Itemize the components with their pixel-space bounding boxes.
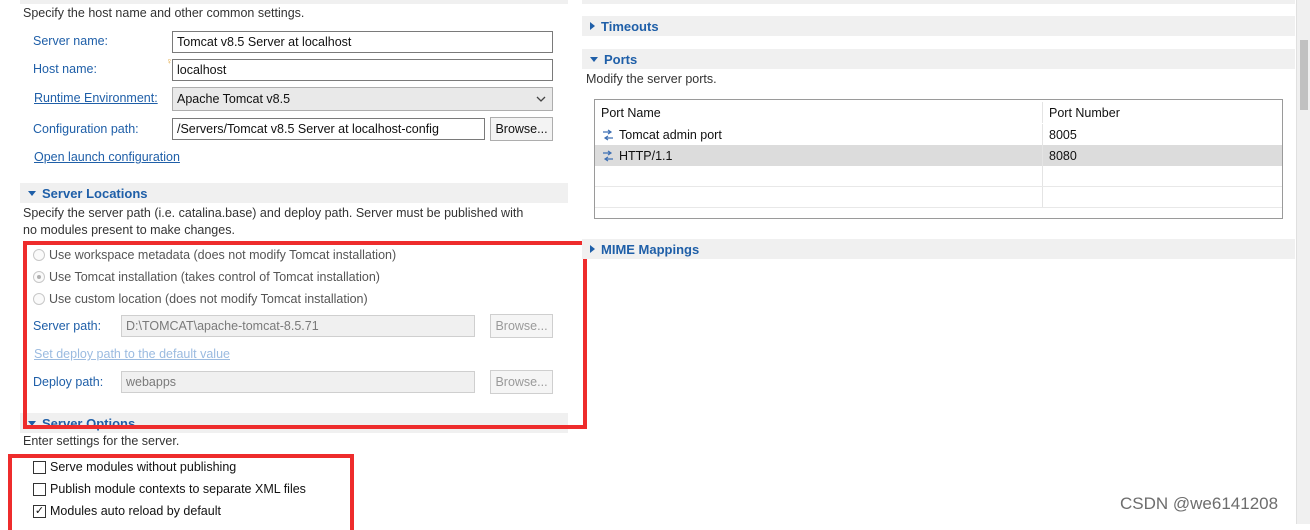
annotation-box-server-locations [23, 241, 587, 429]
runtime-environment-select[interactable]: Apache Tomcat v8.5 [172, 87, 553, 111]
server-name-label: Server name: [33, 34, 109, 48]
runtime-environment-value: Apache Tomcat v8.5 [177, 92, 291, 106]
server-options-description: Enter settings for the server. [23, 434, 180, 448]
ports-table-header: Port Name Port Number [595, 102, 1282, 123]
port-number-cell[interactable]: 8005 [1043, 124, 1282, 145]
empty-table-row [595, 166, 1282, 187]
ports-table[interactable]: Port Name Port Number Tomcat admin port … [594, 99, 1283, 219]
port-icon [603, 150, 613, 161]
general-section-top-bar [20, 0, 568, 4]
general-description: Specify the host name and other common s… [23, 6, 305, 20]
server-locations-header[interactable]: Server Locations [20, 183, 568, 203]
server-name-input[interactable]: Tomcat v8.5 Server at localhost [172, 31, 553, 53]
collapse-triangle-icon [590, 56, 598, 62]
port-icon [603, 129, 613, 140]
column-header-port-number[interactable]: Port Number [1043, 102, 1282, 123]
port-name-cell: HTTP/1.1 [595, 145, 1043, 166]
port-name-cell: Tomcat admin port [595, 124, 1043, 145]
expand-triangle-icon [590, 22, 595, 30]
scrollbar-thumb[interactable] [1300, 40, 1308, 110]
table-row[interactable]: Tomcat admin port 8005 [595, 124, 1282, 145]
configuration-path-input[interactable]: /Servers/Tomcat v8.5 Server at localhost… [172, 118, 485, 140]
server-locations-title: Server Locations [42, 185, 148, 201]
empty-table-row [595, 187, 1282, 208]
ports-description: Modify the server ports. [586, 72, 717, 86]
chevron-down-icon [536, 96, 546, 102]
configuration-browse-button[interactable]: Browse... [490, 117, 553, 141]
open-launch-configuration-link[interactable]: Open launch configuration [34, 150, 180, 164]
ports-header[interactable]: Ports [582, 49, 1295, 69]
table-row-selected[interactable]: HTTP/1.1 8080 [595, 145, 1282, 166]
collapse-triangle-icon [28, 190, 36, 196]
right-top-bar [582, 0, 1295, 4]
ports-title: Ports [604, 51, 638, 67]
annotation-box-server-options [8, 454, 354, 530]
server-locations-description-1: Specify the server path (i.e. catalina.b… [23, 206, 524, 220]
port-name-text: HTTP/1.1 [619, 148, 673, 163]
server-locations-description-2: no modules present to make changes. [23, 223, 235, 237]
mime-mappings-title: MIME Mappings [601, 241, 700, 257]
port-name-text: Tomcat admin port [619, 127, 722, 142]
timeouts-title: Timeouts [601, 18, 659, 34]
timeouts-header[interactable]: Timeouts [582, 16, 1295, 36]
runtime-environment-link[interactable]: Runtime Environment: [34, 91, 158, 105]
port-number-cell[interactable]: 8080 [1043, 145, 1282, 166]
configuration-path-label: Configuration path: [33, 122, 139, 136]
host-name-input[interactable]: localhost [172, 59, 553, 81]
host-name-label: Host name: [33, 62, 97, 76]
expand-triangle-icon [590, 245, 595, 253]
column-header-port-name[interactable]: Port Name [595, 102, 1043, 123]
watermark-text: CSDN @we6141208 [1120, 494, 1279, 513]
mime-mappings-header[interactable]: MIME Mappings [582, 239, 1295, 259]
vertical-scrollbar[interactable] [1296, 0, 1310, 524]
